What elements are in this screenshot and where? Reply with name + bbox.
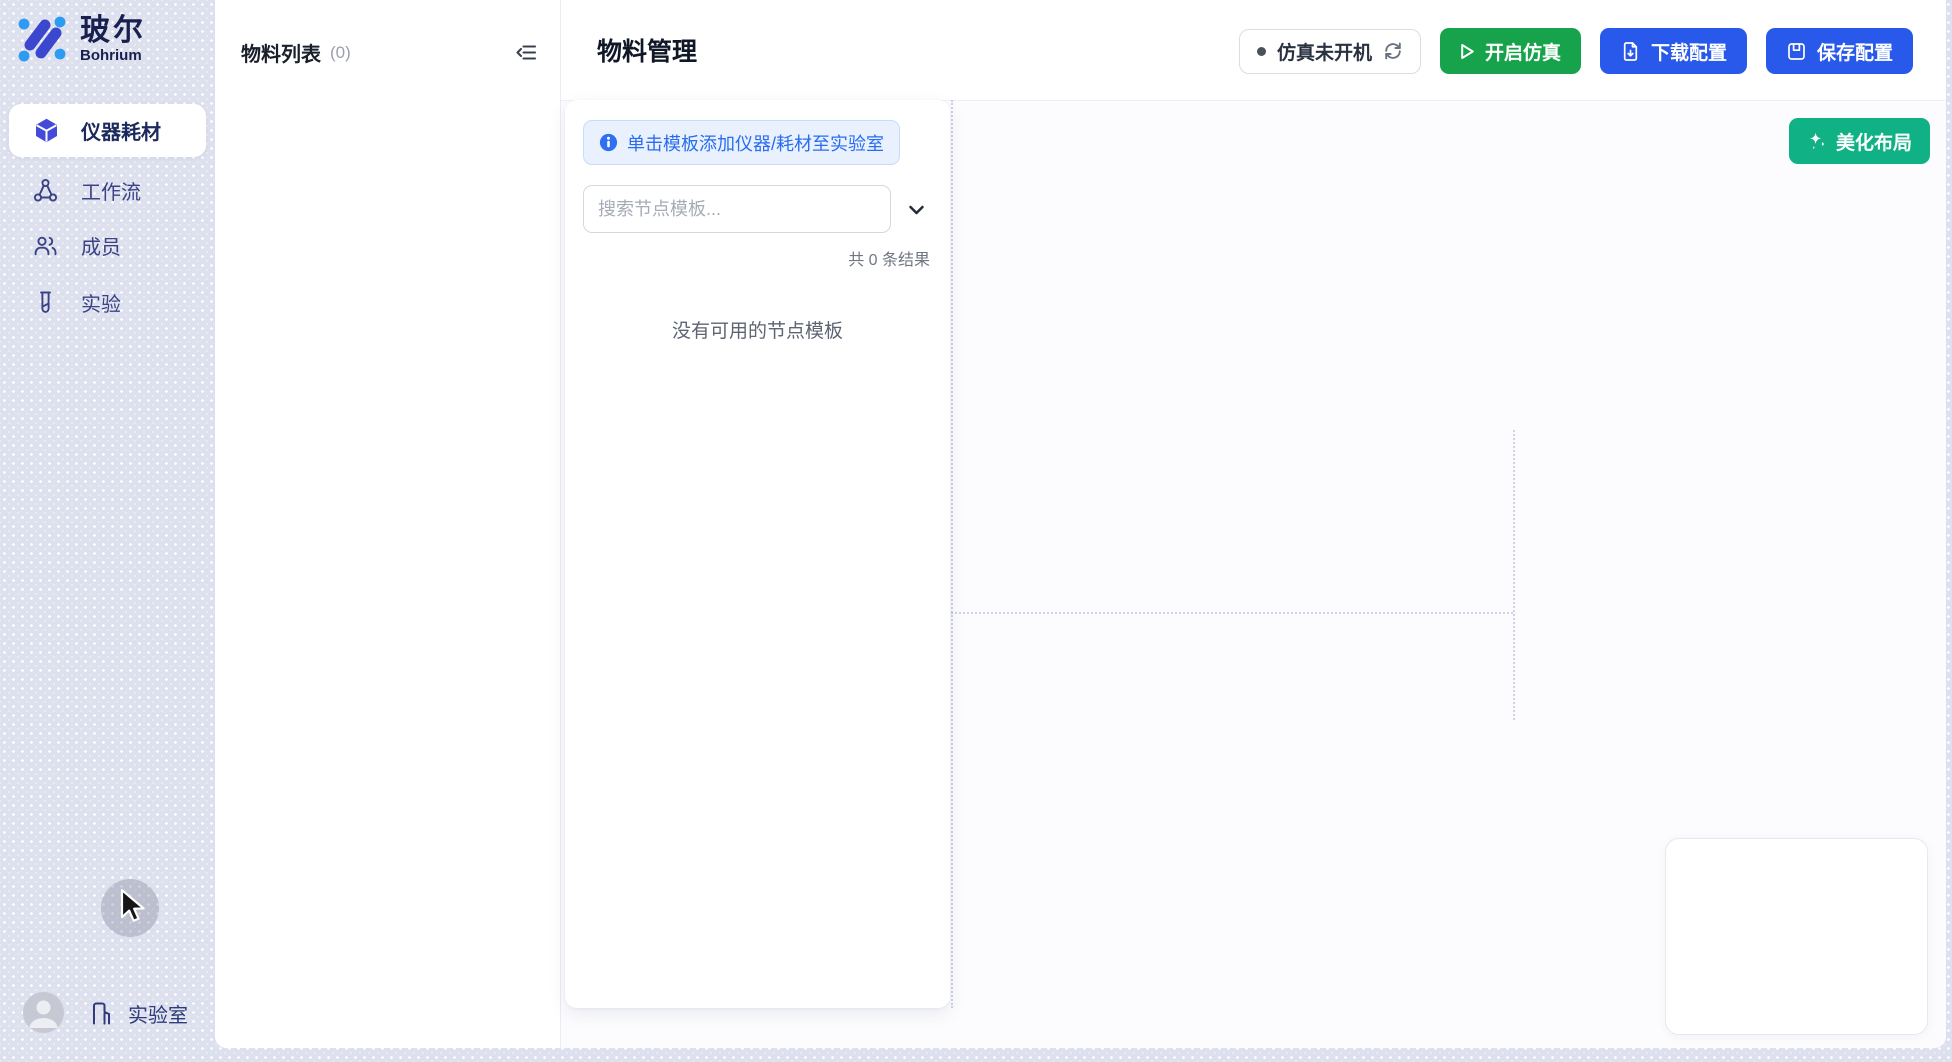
simulation-status-pill: 仿真未开机 — [1239, 29, 1421, 74]
members-icon — [33, 233, 58, 258]
lab-switcher[interactable]: 实验室 — [88, 999, 188, 1028]
beautify-layout-button[interactable]: 美化布局 — [1789, 118, 1930, 164]
save-config-label: 保存配置 — [1817, 38, 1893, 65]
start-simulation-label: 开启仿真 — [1485, 38, 1561, 65]
sidebar-item-members[interactable]: 成员 — [0, 219, 215, 272]
collapse-panel-icon[interactable] — [515, 41, 538, 64]
bohrium-logo-icon — [15, 12, 69, 66]
template-result-count: 共 0 条结果 — [583, 246, 932, 270]
minimap[interactable] — [1665, 838, 1928, 1035]
page-header: 物料管理 仿真未开机 开启仿真 — [561, 0, 1946, 101]
building-icon — [88, 1000, 115, 1027]
template-search-row — [583, 185, 932, 233]
test-tube-icon — [33, 290, 58, 315]
info-icon — [599, 133, 618, 152]
brand-name-en: Bohrium — [80, 47, 146, 64]
sparkles-icon — [1807, 131, 1827, 151]
user-avatar[interactable] — [23, 992, 64, 1033]
save-config-button[interactable]: 保存配置 — [1766, 28, 1913, 74]
sidebar-item-instruments[interactable]: 仪器耗材 — [9, 104, 206, 157]
refresh-icon[interactable] — [1383, 41, 1403, 61]
template-empty-message: 没有可用的节点模板 — [583, 316, 932, 343]
file-download-icon — [1620, 41, 1641, 62]
save-icon — [1786, 41, 1807, 62]
chevron-down-icon[interactable] — [902, 189, 930, 229]
page-title: 物料管理 — [597, 32, 697, 68]
lab-label: 实验室 — [128, 999, 188, 1028]
status-dot-icon — [1257, 47, 1266, 56]
sidebar-item-experiments[interactable]: 实验 — [0, 276, 215, 329]
sidebar-item-label: 成员 — [81, 231, 121, 260]
simulation-status-text: 仿真未开机 — [1277, 38, 1372, 65]
download-config-label: 下载配置 — [1651, 38, 1727, 65]
start-simulation-button[interactable]: 开启仿真 — [1440, 28, 1581, 74]
materials-list-count: (0) — [330, 43, 351, 63]
workflow-icon — [33, 178, 58, 203]
sidebar-item-label: 工作流 — [81, 176, 141, 205]
template-hint-banner: 单击模板添加仪器/耗材至实验室 — [583, 120, 900, 165]
brand-name-zh: 玻尔 — [80, 15, 146, 47]
materials-list-title: 物料列表 — [241, 38, 321, 67]
beautify-layout-label: 美化布局 — [1836, 128, 1912, 155]
play-icon — [1460, 43, 1475, 60]
cube-icon — [33, 117, 60, 144]
materials-panel-header: 物料列表 (0) — [215, 0, 560, 67]
sidebar-item-label: 仪器耗材 — [81, 116, 161, 145]
header-actions: 仿真未开机 开启仿真 — [1239, 28, 1913, 74]
sidebar-item-workflow[interactable]: 工作流 — [0, 164, 215, 217]
brand-logo[interactable]: 玻尔 Bohrium — [15, 12, 146, 66]
template-search-input[interactable] — [583, 185, 891, 233]
download-config-button[interactable]: 下载配置 — [1600, 28, 1747, 74]
template-hint-text: 单击模板添加仪器/耗材至实验室 — [627, 130, 884, 156]
materials-panel: 物料列表 (0) — [215, 0, 561, 1048]
sidebar-item-label: 实验 — [81, 288, 121, 317]
mouse-cursor-icon — [119, 889, 149, 925]
node-template-panel: 单击模板添加仪器/耗材至实验室 共 0 条结果 没有可用的节点模板 — [565, 100, 950, 1008]
